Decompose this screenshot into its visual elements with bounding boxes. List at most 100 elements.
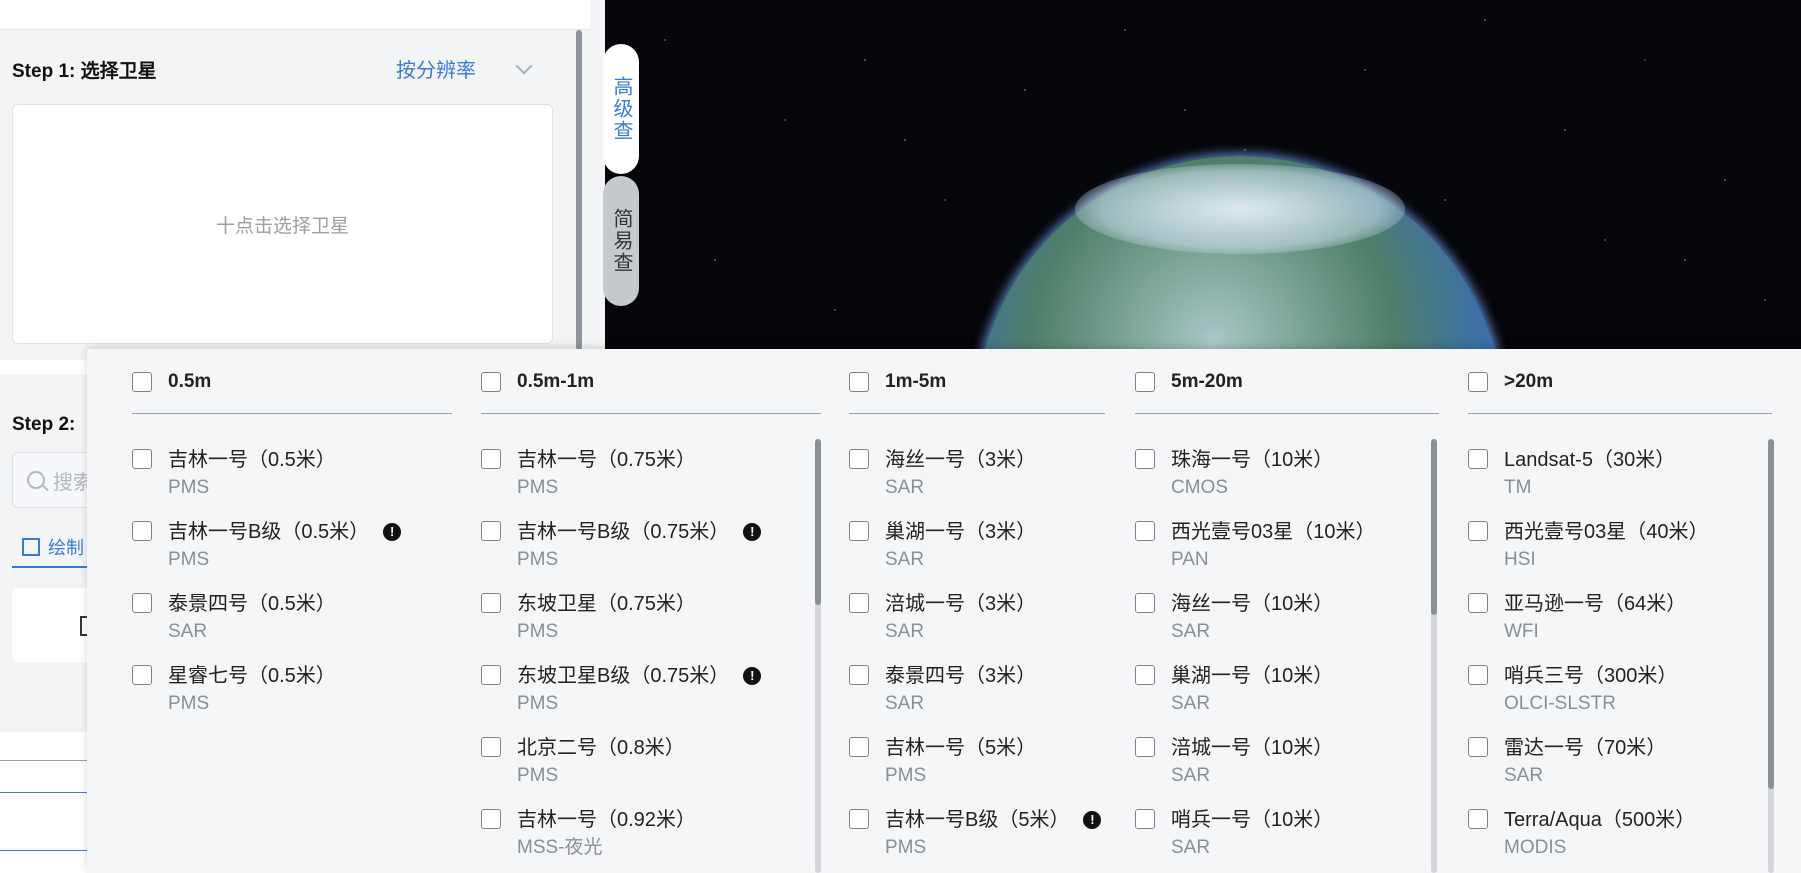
column-select-all-checkbox[interactable] — [1468, 372, 1488, 392]
list-item[interactable]: 珠海一号（10米） CMOS — [1135, 447, 1333, 501]
column-select-all-checkbox[interactable] — [481, 372, 501, 392]
item-checkbox[interactable] — [132, 521, 152, 541]
item-name: 吉林一号B级（5米）! — [885, 807, 1102, 833]
tab-simple-query[interactable]: 简易查 — [603, 176, 639, 306]
list-item[interactable]: 雷达一号（70米） SAR — [1468, 735, 1666, 789]
item-checkbox[interactable] — [849, 593, 869, 613]
list-item[interactable]: 亚马逊一号（64米） WFI — [1468, 591, 1686, 645]
scrollbar-thumb[interactable] — [815, 439, 821, 605]
item-checkbox[interactable] — [1135, 665, 1155, 685]
chevron-down-icon — [515, 57, 533, 74]
item-checkbox[interactable] — [1135, 737, 1155, 757]
item-sensor: PMS — [885, 837, 927, 858]
item-name-text: 巢湖一号（10米） — [1171, 665, 1334, 687]
item-checkbox[interactable] — [1468, 809, 1488, 829]
item-checkbox[interactable] — [481, 665, 501, 685]
column-header[interactable]: 5m-20m — [1135, 371, 1243, 393]
panel-scrollbar[interactable] — [576, 30, 582, 350]
item-checkbox[interactable] — [1468, 449, 1488, 469]
item-name: 吉林一号（0.5米） — [168, 447, 336, 473]
item-checkbox[interactable] — [132, 665, 152, 685]
list-item[interactable]: 涪城一号（3米） SAR — [849, 591, 1036, 645]
column-select-all-checkbox[interactable] — [849, 372, 869, 392]
list-item[interactable]: 北京二号（0.8米） PMS — [481, 735, 685, 789]
list-item[interactable]: Terra/Aqua（500米） MODIS — [1468, 807, 1695, 861]
info-icon[interactable]: ! — [383, 523, 402, 541]
list-item[interactable]: 吉林一号（0.5米） PMS — [132, 447, 336, 501]
item-name-text: 东坡卫星B级（0.75米） — [517, 665, 730, 687]
list-item[interactable]: 东坡卫星（0.75米） PMS — [481, 591, 696, 645]
list-item[interactable]: 哨兵一号（10米） SAR — [1135, 807, 1333, 861]
item-sensor: PMS — [517, 765, 559, 786]
item-checkbox[interactable] — [1468, 593, 1488, 613]
column-header[interactable]: 1m-5m — [849, 371, 946, 393]
item-checkbox[interactable] — [481, 809, 501, 829]
list-item[interactable]: 星睿七号（0.5米） PMS — [132, 663, 336, 717]
item-checkbox[interactable] — [1468, 737, 1488, 757]
column-scrollbar[interactable] — [815, 439, 821, 873]
tab-advanced-query[interactable]: 高级查 — [603, 44, 639, 174]
column-select-all-checkbox[interactable] — [1135, 372, 1155, 392]
tab-draw[interactable]: 绘制 — [22, 534, 84, 560]
scrollbar-thumb[interactable] — [1768, 439, 1774, 789]
item-checkbox[interactable] — [849, 449, 869, 469]
item-checkbox[interactable] — [849, 521, 869, 541]
column-header[interactable]: 0.5m-1m — [481, 371, 594, 393]
column-scrollbar[interactable] — [1431, 439, 1437, 873]
list-item[interactable]: 海丝一号（10米） SAR — [1135, 591, 1333, 645]
item-name: 哨兵一号（10米） — [1171, 807, 1333, 833]
item-checkbox[interactable] — [1135, 593, 1155, 613]
column-select-all-checkbox[interactable] — [132, 372, 152, 392]
scrollbar-thumb[interactable] — [1431, 439, 1437, 615]
item-checkbox[interactable] — [481, 593, 501, 613]
info-icon[interactable]: ! — [743, 667, 762, 685]
info-icon[interactable]: ! — [1083, 811, 1102, 829]
item-sensor: WFI — [1504, 621, 1539, 642]
list-item[interactable]: 吉林一号B级（5米）! PMS — [849, 807, 1102, 861]
item-checkbox[interactable] — [1468, 665, 1488, 685]
search-icon — [27, 471, 45, 489]
item-checkbox[interactable] — [849, 737, 869, 757]
item-sensor: SAR — [1171, 837, 1211, 858]
list-item[interactable]: 泰景四号（0.5米） SAR — [132, 591, 336, 645]
list-item[interactable]: 吉林一号B级（0.75米）! PMS — [481, 519, 762, 573]
step2-title: Step 2: — [12, 414, 76, 435]
item-checkbox[interactable] — [1468, 521, 1488, 541]
list-item[interactable]: 泰景四号（3米） SAR — [849, 663, 1036, 717]
item-name-text: 泰景四号（3米） — [885, 665, 1037, 687]
item-checkbox[interactable] — [1135, 449, 1155, 469]
item-checkbox[interactable] — [849, 665, 869, 685]
item-checkbox[interactable] — [132, 593, 152, 613]
item-sensor: OLCI-SLSTR — [1504, 693, 1616, 714]
column-header[interactable]: >20m — [1468, 371, 1553, 393]
select-satellite-box[interactable]: 十点击选择卫星 — [12, 104, 553, 344]
list-item[interactable]: 巢湖一号（10米） SAR — [1135, 663, 1333, 717]
resolution-select[interactable]: 按分辨率 — [396, 54, 533, 83]
list-item[interactable]: 巢湖一号（3米） SAR — [849, 519, 1036, 573]
list-item[interactable]: Landsat-5（30米） TM — [1468, 447, 1675, 501]
item-checkbox[interactable] — [481, 449, 501, 469]
list-item[interactable]: 海丝一号（3米） SAR — [849, 447, 1036, 501]
list-item[interactable]: 东坡卫星B级（0.75米）! PMS — [481, 663, 762, 717]
list-item[interactable]: 吉林一号（0.92米） MSS-夜光 — [481, 807, 696, 861]
list-item[interactable]: 哨兵三号（300米） OLCI-SLSTR — [1468, 663, 1677, 717]
item-sensor: PMS — [517, 477, 559, 498]
item-checkbox[interactable] — [1135, 521, 1155, 541]
item-name-text: 吉林一号B级（5米） — [885, 809, 1070, 831]
column-scrollbar[interactable] — [1768, 439, 1774, 873]
item-checkbox[interactable] — [132, 449, 152, 469]
item-checkbox[interactable] — [849, 809, 869, 829]
item-name-text: 泰景四号（0.5米） — [168, 593, 336, 615]
list-item[interactable]: 吉林一号B级（0.5米）! PMS — [132, 519, 402, 573]
list-item[interactable]: 吉林一号（5米） PMS — [849, 735, 1036, 789]
list-item[interactable]: 西光壹号03星（10米） PAN — [1135, 519, 1376, 573]
list-item[interactable]: 涪城一号（10米） SAR — [1135, 735, 1333, 789]
list-item[interactable]: 吉林一号（0.75米） PMS — [481, 447, 696, 501]
column-header[interactable]: 0.5m — [132, 371, 211, 393]
info-icon[interactable]: ! — [743, 523, 762, 541]
item-checkbox[interactable] — [1135, 809, 1155, 829]
column-header-label: >20m — [1504, 371, 1554, 392]
item-checkbox[interactable] — [481, 737, 501, 757]
list-item[interactable]: 西光壹号03星（40米） HSI — [1468, 519, 1709, 573]
item-checkbox[interactable] — [481, 521, 501, 541]
